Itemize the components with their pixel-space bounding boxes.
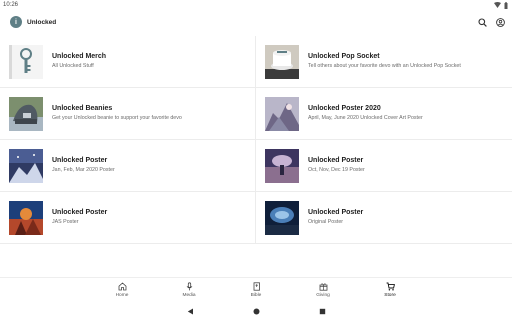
- product-subtitle: Tell others about your favorite devo wit…: [308, 63, 461, 70]
- app-logo[interactable]: i: [10, 16, 22, 28]
- nav-label: Home: [115, 293, 129, 298]
- nav-item-giving[interactable]: Giving: [290, 278, 357, 302]
- nav-item-store[interactable]: Store: [357, 278, 424, 302]
- product-subtitle: Original Poster: [308, 219, 344, 226]
- product-title: Unlocked Poster: [52, 157, 108, 165]
- wifi-icon: [494, 2, 501, 8]
- status-bar: 10:26: [0, 0, 512, 10]
- home-icon: [118, 282, 127, 291]
- product-title: Unlocked Poster: [308, 209, 364, 217]
- product-thumbnail: [265, 200, 299, 235]
- product-subtitle: April, May, June 2020 Unlocked Cover Art…: [308, 115, 423, 122]
- product-title: Unlocked Poster: [308, 157, 364, 165]
- product-thumbnail: [9, 148, 43, 183]
- product-thumbnail: [265, 96, 299, 131]
- book-icon: [252, 282, 261, 291]
- product-title: Unlocked Pop Socket: [308, 53, 380, 61]
- product-subtitle: Jan, Feb, Mar 2020 Poster: [52, 167, 115, 174]
- status-icons: [494, 1, 508, 9]
- nav-label: Media: [182, 293, 196, 298]
- product-card-poster-2020[interactable]: Unlocked Poster 2020 April, May, June 20…: [256, 88, 512, 140]
- nav-item-home[interactable]: Home: [89, 278, 156, 302]
- product-thumbnail: [9, 96, 43, 131]
- search-icon[interactable]: [477, 17, 487, 27]
- status-time: 10:26: [3, 2, 19, 8]
- product-title: Unlocked Poster: [52, 209, 108, 217]
- app-title: Unlocked: [27, 18, 57, 26]
- nav-label: Store: [384, 293, 396, 298]
- home-circle-icon[interactable]: [251, 306, 261, 316]
- product-title: Unlocked Merch: [52, 53, 107, 61]
- product-thumbnail: [265, 44, 299, 79]
- product-card-merch[interactable]: Unlocked Merch All Unlocked Stuff: [0, 36, 256, 88]
- product-card-beanies[interactable]: Unlocked Beanies Get your Unlocked beani…: [0, 88, 256, 140]
- product-title: Unlocked Poster 2020: [308, 105, 381, 113]
- app-bar: i Unlocked: [0, 11, 512, 33]
- logo-glyph: i: [15, 18, 17, 26]
- product-subtitle: Get your Unlocked beanie to support your…: [52, 115, 182, 122]
- back-icon[interactable]: [185, 306, 195, 316]
- nav-item-media[interactable]: Media: [156, 278, 223, 302]
- product-thumbnail: [9, 44, 43, 79]
- recents-icon[interactable]: [317, 306, 327, 316]
- product-title: Unlocked Beanies: [52, 105, 113, 113]
- product-card-poster-jfm[interactable]: Unlocked Poster Jan, Feb, Mar 2020 Poste…: [0, 140, 256, 192]
- nav-label: Bible: [250, 293, 262, 298]
- nav-label: Giving: [316, 293, 330, 298]
- product-card-poster-ond[interactable]: Unlocked Poster Oct, Nov, Dec 19 Poster: [256, 140, 512, 192]
- app-actions: [477, 17, 505, 27]
- system-navigation-bar: [0, 302, 512, 320]
- product-thumbnail: [265, 148, 299, 183]
- product-thumbnail: [9, 200, 43, 235]
- microphone-icon: [185, 282, 194, 291]
- product-card-poster-original[interactable]: Unlocked Poster Original Poster: [256, 192, 512, 244]
- product-subtitle: Oct, Nov, Dec 19 Poster: [308, 167, 365, 174]
- product-card-pop-socket[interactable]: Unlocked Pop Socket Tell others about yo…: [256, 36, 512, 88]
- product-subtitle: JAS Poster: [52, 219, 79, 226]
- product-subtitle: All Unlocked Stuff: [52, 63, 94, 70]
- account-icon[interactable]: [495, 17, 505, 27]
- gift-icon: [319, 282, 328, 291]
- product-card-poster-jas[interactable]: Unlocked Poster JAS Poster: [0, 192, 256, 244]
- battery-icon: [504, 1, 508, 9]
- cart-icon: [386, 282, 395, 291]
- nav-item-bible[interactable]: Bible: [223, 278, 290, 302]
- bottom-navigation: Home Media Bible Giving Store: [0, 277, 512, 302]
- product-grid: Unlocked Merch All Unlocked Stuff Unlock…: [0, 36, 512, 244]
